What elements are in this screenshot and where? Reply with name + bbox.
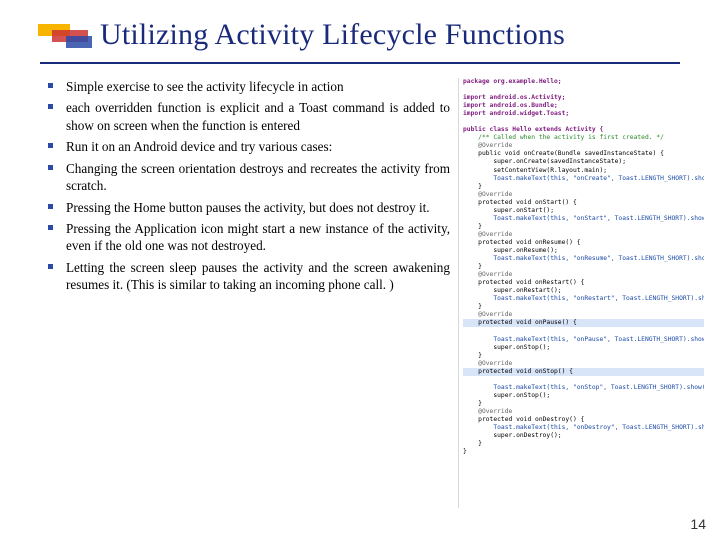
code-line: public void onCreate(Bundle savedInstanc… (463, 150, 664, 157)
code-line: } (463, 263, 482, 270)
code-line: @Override (463, 408, 512, 415)
code-line: setContentView(R.layout.main); (463, 167, 607, 174)
code-line: public class Hello extends Activity { (463, 126, 603, 133)
code-line: super.onStop(); (463, 392, 550, 399)
code-line: Toast.makeText(this, "onRestart", Toast.… (463, 295, 704, 302)
code-line: @Override (463, 271, 512, 278)
code-line: super.onStart(); (463, 207, 554, 214)
page-number: 14 (690, 516, 706, 532)
code-line: super.onResume(); (463, 247, 558, 254)
title-area: Utilizing Activity Lifecycle Functions (0, 0, 720, 56)
code-line: protected void onPause() { (463, 319, 704, 327)
code-line: protected void onDestroy() { (463, 416, 584, 423)
code-line: } (463, 183, 482, 190)
code-line: super.onRestart(); (463, 287, 562, 294)
code-line: @Override (463, 231, 512, 238)
code-line: super.onCreate(savedInstanceState); (463, 158, 626, 165)
code-line: package org.example.Hello; (463, 78, 562, 85)
list-item: Pressing the Home button pauses the acti… (44, 199, 450, 216)
code-line: import android.os.Activity; (463, 94, 565, 101)
code-line: @Override (463, 142, 512, 149)
code-line: Toast.makeText(this, "onCreate", Toast.L… (463, 175, 704, 182)
code-line: protected void onStart() { (463, 199, 577, 206)
list-item: Pressing the Application icon might star… (44, 220, 450, 255)
code-line: } (463, 448, 467, 455)
code-line: Toast.makeText(this, "onPause", Toast.LE… (463, 336, 704, 343)
list-item: each overridden function is explicit and… (44, 99, 450, 134)
code-line: Toast.makeText(this, "onDestroy", Toast.… (463, 424, 704, 431)
list-item: Changing the screen orientation destroys… (44, 160, 450, 195)
list-item: Letting the screen sleep pauses the acti… (44, 259, 450, 294)
code-line: super.onDestroy(); (463, 432, 562, 439)
code-line: /** Called when the activity is first cr… (463, 134, 664, 141)
slide-title: Utilizing Activity Lifecycle Functions (100, 18, 720, 52)
bullet-list: Simple exercise to see the activity life… (44, 78, 450, 508)
code-line: } (463, 400, 482, 407)
code-block: package org.example.Hello; import androi… (463, 78, 704, 456)
code-line: } (463, 223, 482, 230)
code-line: } (463, 303, 482, 310)
content-row: Simple exercise to see the activity life… (0, 64, 720, 508)
code-line: super.onStop(); (463, 344, 550, 351)
code-line: @Override (463, 311, 512, 318)
code-line: @Override (463, 360, 512, 367)
code-line: Toast.makeText(this, "onStop", Toast.LEN… (463, 384, 704, 391)
list-item: Run it on an Android device and try vari… (44, 138, 450, 155)
code-line: } (463, 352, 482, 359)
code-preview: package org.example.Hello; import androi… (458, 78, 704, 508)
code-line: Toast.makeText(this, "onStart", Toast.LE… (463, 215, 704, 222)
code-line: import android.widget.Toast; (463, 110, 569, 117)
title-accent-icon (38, 24, 88, 50)
code-line: protected void onResume() { (463, 239, 581, 246)
code-line: } (463, 440, 482, 447)
code-line: protected void onStop() { (463, 368, 704, 376)
code-line: Toast.makeText(this, "onResume", Toast.L… (463, 255, 704, 262)
list-item: Simple exercise to see the activity life… (44, 78, 450, 95)
code-line: import android.os.Bundle; (463, 102, 558, 109)
code-line: protected void onRestart() { (463, 279, 584, 286)
code-line: @Override (463, 191, 512, 198)
